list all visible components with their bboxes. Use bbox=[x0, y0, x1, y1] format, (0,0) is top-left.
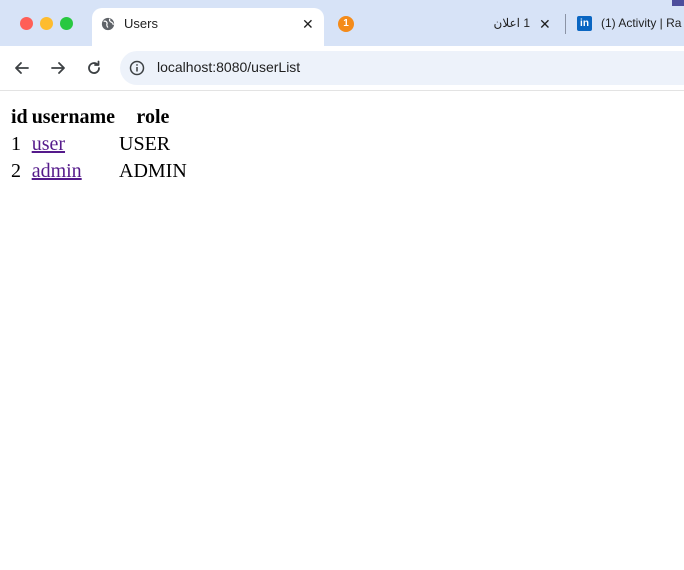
notification-badge-icon: 1 bbox=[338, 16, 354, 32]
page-content: id username role 1 user USER 2 admin ADM… bbox=[8, 103, 190, 186]
minimize-window-button[interactable] bbox=[40, 17, 53, 30]
role-cell: ADMIN bbox=[119, 160, 187, 182]
browser-toolbar: localhost:8080/userList bbox=[0, 46, 684, 91]
column-header-role: role bbox=[136, 106, 170, 128]
globe-icon bbox=[101, 17, 115, 31]
tab-title: (1) Activity | Ra bbox=[601, 16, 682, 30]
info-icon[interactable] bbox=[129, 60, 145, 76]
close-tab-icon[interactable]: ✕ bbox=[539, 17, 551, 31]
table-header-row: id username role bbox=[10, 105, 188, 130]
tab-users[interactable]: Users ✕ bbox=[92, 8, 324, 46]
tab-title: Users bbox=[124, 16, 158, 31]
close-tab-icon[interactable]: ✕ bbox=[302, 17, 314, 31]
username-link[interactable]: admin bbox=[32, 160, 82, 182]
user-id-cell: 2 bbox=[11, 160, 21, 182]
username-link[interactable]: user bbox=[32, 133, 65, 155]
tab-bar: Users ✕ 1 1 اعلان ✕ in (1) Activity | Ra bbox=[0, 0, 684, 46]
username-cell: admin bbox=[31, 159, 116, 184]
forward-arrow-icon[interactable] bbox=[48, 58, 68, 78]
linkedin-icon: in bbox=[577, 16, 592, 31]
window-edge bbox=[672, 0, 684, 6]
table-row: 1 user USER bbox=[10, 132, 188, 157]
table-row: 2 admin ADMIN bbox=[10, 159, 188, 184]
back-arrow-icon[interactable] bbox=[12, 58, 32, 78]
column-header-username: username bbox=[31, 106, 116, 128]
users-table: id username role 1 user USER 2 admin ADM… bbox=[8, 103, 190, 186]
column-header-id: id bbox=[11, 106, 28, 128]
role-cell: USER bbox=[119, 133, 171, 155]
tab-separator bbox=[565, 14, 566, 34]
close-window-button[interactable] bbox=[20, 17, 33, 30]
tab-linkedin[interactable]: in (1) Activity | Ra bbox=[575, 8, 684, 40]
address-bar[interactable]: localhost:8080/userList bbox=[120, 51, 684, 85]
tab-notification[interactable]: 1 1 اعلان ✕ bbox=[328, 8, 560, 40]
address-url[interactable]: localhost:8080/userList bbox=[157, 59, 300, 75]
maximize-window-button[interactable] bbox=[60, 17, 73, 30]
reload-icon[interactable] bbox=[84, 58, 104, 78]
username-cell: user bbox=[31, 132, 116, 157]
tab-title: 1 اعلان bbox=[493, 16, 531, 30]
user-id-cell: 1 bbox=[11, 133, 21, 155]
